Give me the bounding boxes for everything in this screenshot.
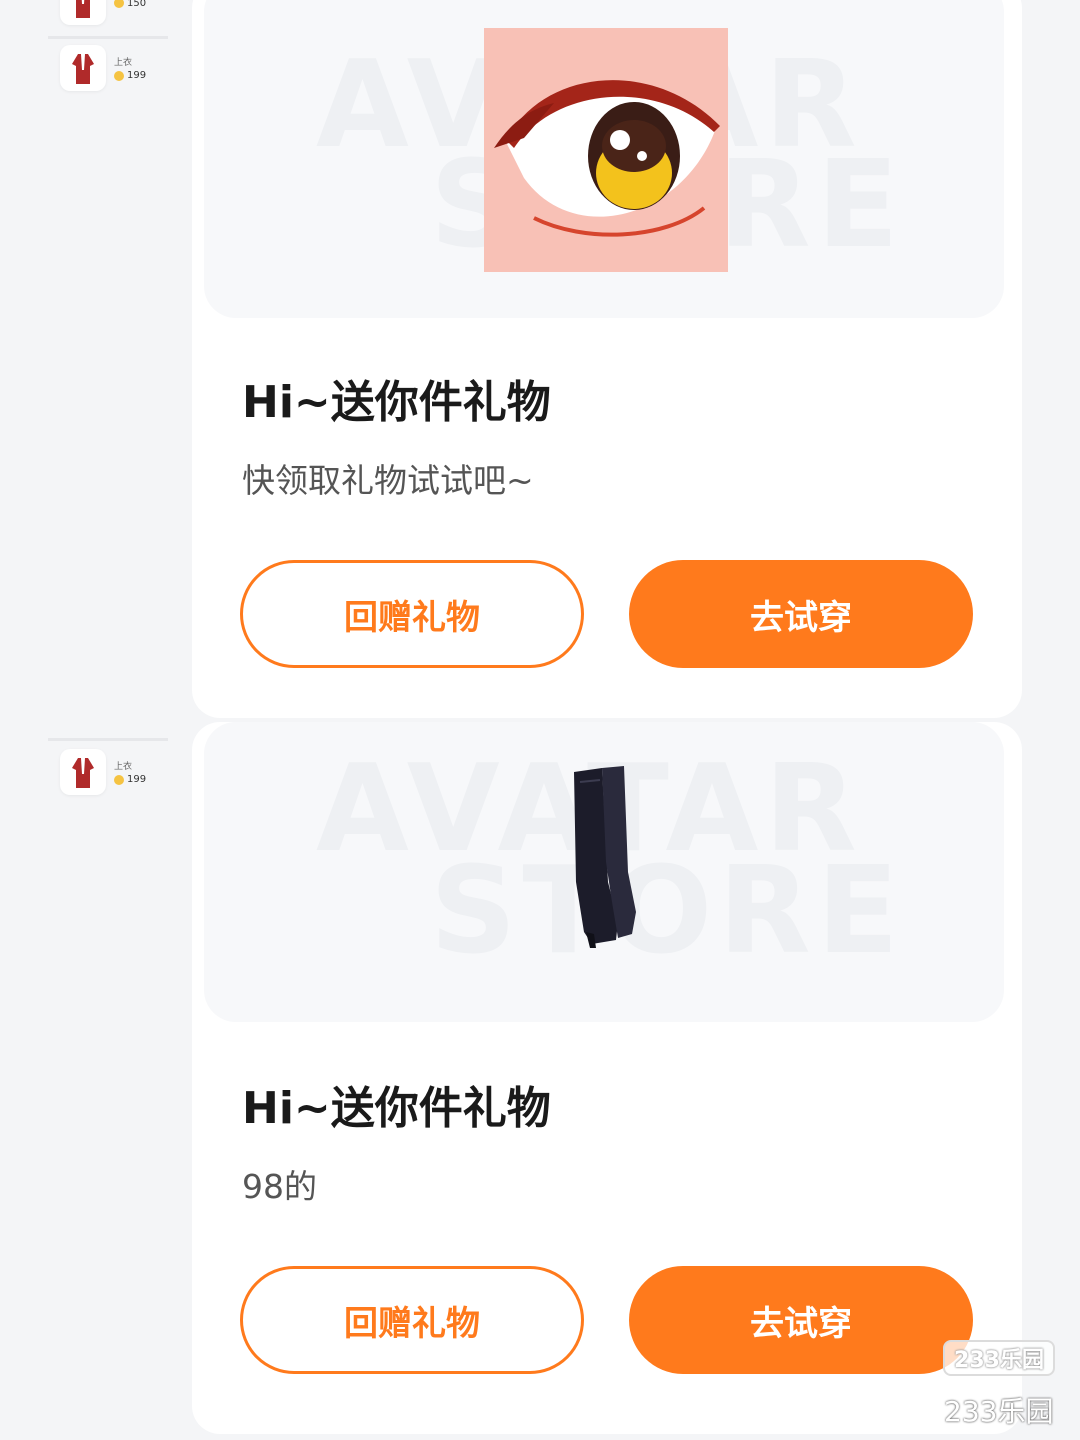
outfit-icon (76, 0, 90, 18)
gift-card: AVATAR STORE Hi~送你件礼物 98的 回赠礼物 去试穿 (192, 722, 1022, 1434)
side-item-price: 199 (127, 70, 147, 81)
side-item-category: 上衣 (114, 762, 133, 772)
gift-message: 快领取礼物试试吧~ (242, 461, 534, 500)
gift-title: Hi~送你件礼物 (242, 1083, 551, 1134)
site-logo-badge: 233乐园 (943, 1340, 1055, 1376)
gift-title: Hi~送你件礼物 (242, 377, 551, 428)
boots-icon (574, 766, 636, 948)
eye-icon (484, 28, 728, 272)
gift-item-preview: AVATAR STORE (204, 722, 1004, 1022)
gift-message: 98的 (242, 1167, 317, 1206)
coin-icon (114, 70, 124, 81)
coin-icon (114, 0, 124, 8)
side-item-category: 上衣 (114, 58, 133, 68)
outfit-icon (72, 54, 94, 84)
gift-item-preview: AVATAR STORE (204, 0, 1004, 318)
side-list-item[interactable]: 150 (48, 0, 168, 32)
side-list-item[interactable]: 上衣 199 (48, 742, 168, 802)
return-gift-button[interactable]: 回赠礼物 (240, 560, 584, 668)
outfit-thumbnail (60, 0, 106, 25)
divider (48, 738, 168, 741)
side-item-price: 150 (127, 0, 147, 9)
return-gift-button[interactable]: 回赠礼物 (240, 1266, 584, 1374)
store-watermark: STORE (430, 842, 905, 981)
outfit-thumbnail (60, 45, 106, 91)
try-on-button[interactable]: 去试穿 (629, 1266, 973, 1374)
outfit-icon (72, 758, 94, 788)
site-logo-text: 233乐园 (944, 1395, 1054, 1428)
side-item-price: 199 (127, 774, 147, 785)
side-list-item[interactable]: 上衣 199 (48, 38, 168, 98)
outfit-thumbnail (60, 749, 106, 795)
try-on-button[interactable]: 去试穿 (629, 560, 973, 668)
gift-card: AVATAR STORE Hi~送你件礼物 快领取礼物试试吧~ 回赠礼物 去试穿 (192, 0, 1022, 718)
coin-icon (114, 774, 124, 785)
